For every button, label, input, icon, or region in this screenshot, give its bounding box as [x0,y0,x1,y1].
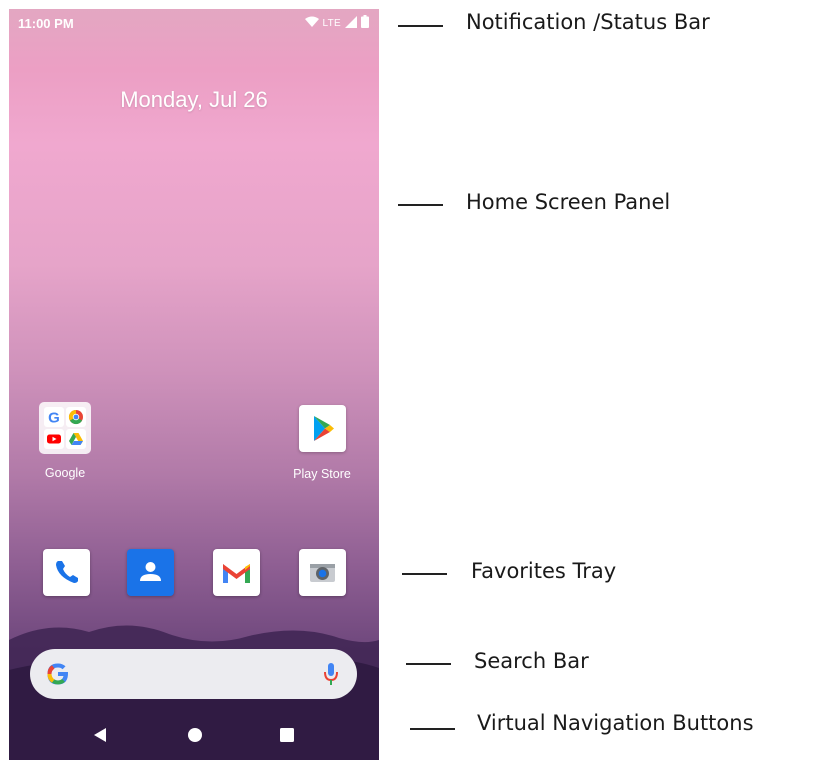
callout-search-bar: Search Bar [474,649,589,673]
youtube-mini-icon [44,429,64,449]
app-label-google: Google [44,466,86,480]
mic-icon[interactable] [323,661,339,692]
callout-line-search-bar [406,663,451,665]
recents-icon[interactable] [279,727,295,748]
callout-favorites-tray: Favorites Tray [471,559,617,583]
status-icons: LTE [304,15,369,31]
contacts-icon [127,562,174,600]
phone-icon [43,561,90,600]
favorite-contacts[interactable] [127,549,174,596]
app-google-folder[interactable]: G Google [30,402,100,480]
home-icon[interactable] [187,727,203,748]
favorite-camera[interactable] [299,549,346,596]
google-g-icon [44,660,72,693]
callout-line-favorites-tray [402,573,447,575]
signal-icon [345,15,357,31]
callout-line-navigation [410,728,455,730]
callout-line-home-screen-panel [398,204,443,206]
play-store-icon [298,405,346,452]
battery-icon [361,15,369,31]
app-label-play-store: Play Store [293,467,351,481]
callout-status-bar: Notification /Status Bar [466,10,710,34]
date-widget[interactable]: Monday, Jul 26 [9,87,379,113]
favorite-phone[interactable] [43,549,90,596]
wifi-icon [304,16,319,31]
svg-text:G: G [48,410,60,427]
status-time: 11:00 PM [18,16,74,31]
google-folder-icon: G [39,402,91,454]
app-play-store[interactable]: Play Store [287,405,357,481]
camera-icon [299,564,346,600]
back-icon[interactable] [93,727,107,748]
search-bar[interactable] [30,649,357,699]
callout-home-screen-panel: Home Screen Panel [466,190,671,214]
gmail-icon [213,564,260,600]
phone-screen: 11:00 PM LTE Monday, Jul 26 G Google Pla… [9,9,379,760]
callout-line-status-bar [398,25,443,27]
drive-mini-icon [66,429,86,449]
callout-virtual-navigation: Virtual Navigation Buttons [477,711,754,735]
status-bar[interactable]: 11:00 PM LTE [9,9,379,37]
google-g-mini-icon: G [44,407,64,427]
favorite-gmail[interactable] [213,549,260,596]
chrome-mini-icon [66,407,86,427]
network-type: LTE [322,17,341,29]
